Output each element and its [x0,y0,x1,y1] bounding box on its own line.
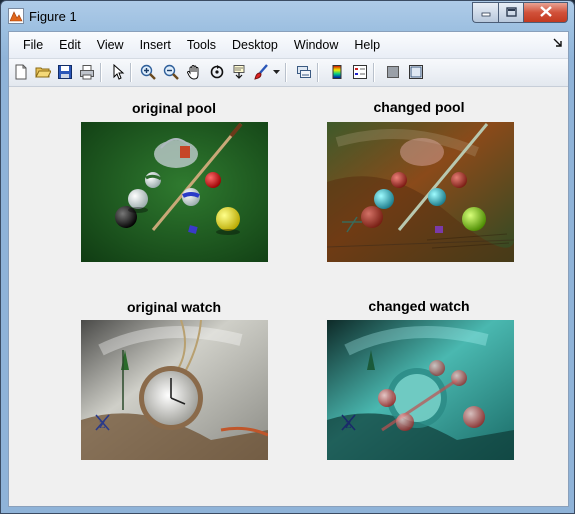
image-changed-watch: Z [327,320,514,460]
svg-text:Z: Z [345,419,352,431]
matlab-figure-icon [8,8,24,24]
toolbar-separator [317,63,319,82]
zoom-in-icon[interactable] [138,62,158,82]
rotate-3d-icon[interactable] [207,62,227,82]
pan-icon[interactable] [184,62,204,82]
close-icon [539,4,552,22]
close-button[interactable] [523,2,568,23]
hide-plot-tools-icon[interactable] [383,62,403,82]
window-title: Figure 1 [29,9,77,24]
print-icon[interactable] [77,62,97,82]
link-plot-icon[interactable] [294,62,314,82]
figure-window: Figure 1 File Edit View Insert Tools Des… [0,0,575,514]
menu-desktop[interactable]: Desktop [224,34,286,56]
brush-dropdown-icon[interactable] [271,62,281,82]
menu-insert[interactable]: Insert [132,34,179,56]
toolbar-separator [100,63,102,82]
axes-title-original-watch: original watch [126,299,222,315]
show-plot-tools-icon[interactable] [406,62,426,82]
image-original-watch: Z [81,320,268,460]
svg-text:Z: Z [99,419,106,431]
figure-canvas: original pool changed pool original watc… [9,87,568,506]
toolbar-separator [130,63,132,82]
insert-colorbar-icon[interactable] [327,62,347,82]
menu-bar: File Edit View Insert Tools Desktop Wind… [9,32,568,58]
open-file-icon[interactable] [33,62,53,82]
axes-title-changed-pool: changed pool [373,99,465,115]
menu-tools[interactable]: Tools [179,34,224,56]
edit-plot-icon[interactable] [108,62,128,82]
image-changed-pool [327,122,514,262]
minimize-icon [481,4,491,22]
axes-title-changed-watch: changed watch [368,298,470,314]
menu-window[interactable]: Window [286,34,346,56]
minimize-button[interactable] [472,2,498,23]
toolbar-separator [373,63,375,82]
menu-view[interactable]: View [89,34,132,56]
new-figure-icon[interactable] [11,62,31,82]
figure-client-area: File Edit View Insert Tools Desktop Wind… [8,31,569,507]
menu-file[interactable]: File [15,34,51,56]
maximize-button[interactable] [498,2,523,23]
menu-edit[interactable]: Edit [51,34,89,56]
brush-icon[interactable] [251,62,271,82]
insert-legend-icon[interactable] [350,62,370,82]
menu-help[interactable]: Help [346,34,388,56]
save-icon[interactable] [55,62,75,82]
maximize-icon [505,4,517,22]
zoom-out-icon[interactable] [161,62,181,82]
toolbar-separator [285,63,287,82]
dock-arrow-icon[interactable] [553,38,562,50]
figure-toolbar [9,58,568,87]
axes-title-original-pool: original pool [132,100,216,116]
image-original-pool [81,122,268,262]
data-cursor-icon[interactable] [229,62,249,82]
title-bar[interactable]: Figure 1 [1,1,574,31]
